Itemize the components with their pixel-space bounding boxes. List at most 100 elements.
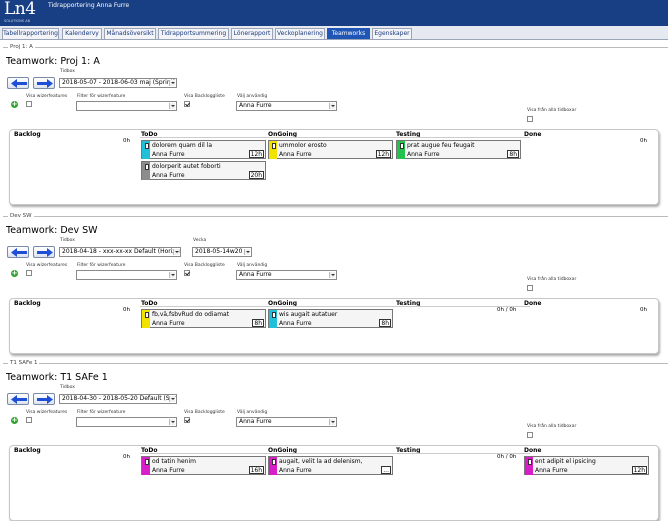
chevron-down-icon bbox=[329, 272, 335, 278]
filter-select[interactable] bbox=[76, 417, 177, 427]
section-frame-line bbox=[3, 47, 668, 48]
valj-anvandig-label: Välj användig bbox=[237, 410, 268, 415]
column-header-separator bbox=[140, 453, 530, 454]
tab-teamworks[interactable]: Teamworks bbox=[327, 28, 370, 39]
previous-period-button[interactable] bbox=[7, 246, 29, 258]
card-assignee: Anna Furre bbox=[407, 151, 440, 158]
visa-wizerfeatures-checkbox[interactable] bbox=[26, 101, 32, 107]
visa-fran-alla-checkbox[interactable] bbox=[527, 285, 533, 291]
column-hours: 0h bbox=[123, 138, 130, 144]
card-title: prat augue feu feugait bbox=[407, 142, 475, 149]
tidbox-select[interactable]: 2018-04-18 - xxx-xx-xx Default (Horizon) bbox=[59, 247, 181, 257]
tab-tabellrapportering[interactable]: Tabellrapportering bbox=[2, 28, 59, 39]
add-feature-icon[interactable]: + bbox=[11, 270, 18, 277]
tidbox-label: Tidbox bbox=[60, 238, 75, 243]
card-hours-badge: 8h bbox=[252, 319, 264, 327]
task-card[interactable]: wis augait autatuer Anna Furre 8h bbox=[268, 309, 393, 328]
task-card[interactable]: dolorem quam dil la Anna Furre 12h bbox=[141, 140, 266, 159]
task-document-icon bbox=[145, 312, 149, 318]
task-document-icon bbox=[145, 459, 149, 465]
section-frame-line bbox=[3, 216, 668, 217]
add-feature-icon[interactable]: + bbox=[11, 101, 18, 108]
filter-label: Filter för wizerfeature bbox=[77, 94, 126, 99]
column-header-backlog: Backlog bbox=[14, 300, 41, 307]
card-assignee: Anna Furre bbox=[152, 172, 185, 179]
task-card[interactable]: augait, velit la ad delenism, Anna Furre.… bbox=[268, 456, 393, 475]
section-title: Teamwork: T1 SAFe 1 bbox=[6, 372, 108, 383]
card-title: augait, velit la ad delenism, bbox=[279, 458, 363, 465]
tidbox-select[interactable]: 2018-05-07 - 2018-06-03 maj (Sprint) bbox=[59, 78, 177, 88]
task-card[interactable]: dolorperit autet foborti Anna Furre 20h bbox=[141, 161, 266, 180]
tab-veckoplanering[interactable]: Veckoplanering bbox=[275, 28, 325, 39]
column-hours: 0h bbox=[640, 138, 647, 144]
previous-period-button[interactable] bbox=[7, 77, 29, 89]
section-title: Teamwork: Dev SW bbox=[6, 225, 98, 236]
task-document-icon bbox=[145, 143, 149, 149]
tab-kalendervy[interactable]: Kalendervy bbox=[62, 28, 102, 39]
vecka-label: Vecka bbox=[193, 238, 207, 243]
visa-backlogg-checkbox[interactable] bbox=[184, 270, 190, 276]
next-period-button[interactable] bbox=[33, 77, 55, 89]
user-select[interactable]: Anna Furre bbox=[236, 101, 337, 111]
next-period-button[interactable] bbox=[33, 393, 55, 405]
filter-label: Filter för wizerfeature bbox=[77, 263, 126, 268]
chevron-down-icon bbox=[169, 396, 175, 402]
card-assignee: Anna Furre bbox=[279, 151, 312, 158]
card-hours-badge: ... bbox=[381, 466, 391, 474]
visa-backlogg-label: Visa Backloggliste bbox=[184, 410, 225, 415]
chevron-down-icon bbox=[169, 80, 175, 86]
filter-select[interactable] bbox=[76, 101, 177, 111]
tidbox-select-value: 2018-04-18 - xxx-xx-xx Default (Horizon) bbox=[62, 248, 181, 255]
visa-backlogg-checkbox[interactable] bbox=[184, 101, 190, 107]
card-hours-badge: 8h bbox=[379, 319, 391, 327]
tidbox-select-value: 2018-05-07 - 2018-06-03 maj (Sprint) bbox=[62, 79, 176, 86]
card-hours-badge: 8h bbox=[507, 150, 519, 158]
card-title: od tatin henim bbox=[152, 458, 196, 465]
column-hours: 0h / 0h bbox=[497, 307, 517, 313]
ln4-logo: Ln4 bbox=[4, 0, 36, 19]
card-title: wis augait autatuer bbox=[279, 311, 338, 318]
visa-wizerfeatures-label: Visa wizerfeatures bbox=[26, 410, 68, 415]
valj-anvandig-label: Välj användig bbox=[237, 94, 268, 99]
task-card[interactable]: fb,vå,fsbvRud do odiamat Anna Furre 8h bbox=[141, 309, 266, 328]
user-select-value: Anna Furre bbox=[239, 102, 272, 109]
card-assignee: Anna Furre bbox=[279, 320, 312, 327]
tab-m-nads-versikt[interactable]: Månadsöversikt bbox=[104, 28, 156, 39]
vecka-select-value: 2018-05-14w20 bbox=[195, 248, 243, 255]
next-period-button[interactable] bbox=[33, 246, 55, 258]
user-select-value: Anna Furre bbox=[239, 418, 272, 425]
tab-tidrapportsummering[interactable]: Tidrapportsummering bbox=[158, 28, 229, 39]
visa-fran-alla-label: Visa från alla tidboxar bbox=[527, 277, 577, 282]
tab-egenskaper[interactable]: Egenskaper bbox=[372, 28, 412, 39]
visa-backlogg-checkbox[interactable] bbox=[184, 417, 190, 423]
card-title: fb,vå,fsbvRud do odiamat bbox=[152, 311, 230, 318]
card-hours-badge: 12h bbox=[631, 466, 647, 474]
user-select[interactable]: Anna Furre bbox=[236, 270, 337, 280]
user-select[interactable]: Anna Furre bbox=[236, 417, 337, 427]
app-title: Tidrapportering Anna Furre bbox=[48, 2, 130, 9]
visa-fran-alla-checkbox[interactable] bbox=[527, 432, 533, 438]
add-feature-icon[interactable]: + bbox=[11, 417, 18, 424]
visa-wizerfeatures-checkbox[interactable] bbox=[26, 417, 32, 423]
chevron-down-icon bbox=[169, 103, 175, 109]
visa-fran-alla-checkbox[interactable] bbox=[527, 116, 533, 122]
task-document-icon bbox=[400, 143, 404, 149]
card-assignee: Anna Furre bbox=[152, 151, 185, 158]
previous-period-button[interactable] bbox=[7, 393, 29, 405]
chevron-down-icon bbox=[169, 272, 175, 278]
tidbox-select[interactable]: 2018-04-30 - 2018-05-20 Default (Sprint) bbox=[59, 394, 177, 404]
section-title: Teamwork: Proj 1: A bbox=[6, 56, 100, 67]
card-assignee: Anna Furre bbox=[152, 467, 185, 474]
vecka-select[interactable]: 2018-05-14w20 bbox=[192, 247, 252, 257]
task-card[interactable]: prat augue feu feugait Anna Furre 8h bbox=[396, 140, 521, 159]
filter-select[interactable] bbox=[76, 270, 177, 280]
chevron-down-icon bbox=[169, 419, 175, 425]
visa-wizerfeatures-checkbox[interactable] bbox=[26, 270, 32, 276]
filter-label: Filter för wizerfeature bbox=[77, 410, 126, 415]
task-card[interactable]: od tatin henim Anna Furre 16h bbox=[141, 456, 266, 475]
tab-l-nerapport[interactable]: Lönerapport bbox=[231, 28, 273, 39]
task-document-icon bbox=[272, 459, 276, 465]
task-card[interactable]: ummolor erosto Anna Furre 12h bbox=[268, 140, 393, 159]
visa-fran-alla-label: Visa från alla tidboxar bbox=[527, 424, 577, 429]
task-card[interactable]: ent adipit el ipsicing Anna Furre 12h bbox=[524, 456, 649, 475]
